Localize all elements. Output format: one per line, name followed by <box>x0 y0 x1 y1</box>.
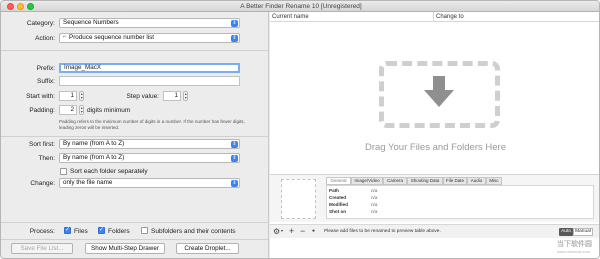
status-bar: ⚙ ▾ + − ● Please add files to be renamed… <box>270 224 599 238</box>
zoom-window-button[interactable] <box>27 3 34 10</box>
meta-key: Modified <box>329 202 348 207</box>
app-window: A Better Finder Rename 10 [Unregistered]… <box>0 0 600 259</box>
meta-value: n/a <box>371 188 378 193</box>
gear-icon[interactable]: ⚙ <box>273 227 280 236</box>
category-value: Sequence Numbers <box>63 19 119 26</box>
tab-audio[interactable]: Audio <box>467 177 486 185</box>
process-folders-checkbox[interactable]: ✓ <box>98 227 105 234</box>
start-with-stepper[interactable]: ▲ ▼ <box>79 91 84 101</box>
drop-zone[interactable] <box>379 61 500 128</box>
action-prefix-mark: ⌐ <box>63 34 67 40</box>
action-label: Action: <box>35 35 55 42</box>
title-bar: A Better Finder Rename 10 [Unregistered] <box>1 1 599 12</box>
then-popup[interactable]: By name (from A to Z) ⇕ <box>59 153 240 163</box>
process-files-label: Files <box>74 228 88 235</box>
start-with-label: Start with: <box>26 93 55 100</box>
plus-icon[interactable]: + <box>289 226 294 236</box>
meta-value: n/a <box>371 209 378 214</box>
tab-image-video[interactable]: Image/Video <box>351 177 383 185</box>
mode-manual-button[interactable]: Manual <box>573 228 593 236</box>
preview-panel: Current name Change to Drag Your Files a… <box>270 12 599 258</box>
start-with-input[interactable]: 1 <box>59 91 77 101</box>
process-subfolders-checkbox[interactable] <box>141 227 148 234</box>
close-window-button[interactable] <box>7 3 14 10</box>
mode-auto-button[interactable]: Auto <box>559 228 573 236</box>
prefix-label: Prefix: <box>36 65 55 72</box>
category-popup[interactable]: Sequence Numbers ⇕ <box>59 18 240 28</box>
sort-first-value: By name (from A to Z) <box>63 140 125 147</box>
settings-panel: Category: Sequence Numbers ⇕ Action: ⌐ P… <box>1 12 269 258</box>
minimize-window-button[interactable] <box>17 3 24 10</box>
drop-zone-text: Drag Your Files and Folders Here <box>365 142 506 153</box>
process-label: Process: <box>29 228 55 235</box>
padding-note: Padding refers to the minimum number of … <box>59 119 245 130</box>
meta-key: Path <box>329 188 339 193</box>
tab-shooting-data[interactable]: Shooting Data <box>407 177 443 185</box>
padding-label: Padding: <box>29 107 55 114</box>
info-icon[interactable]: ● <box>312 228 315 234</box>
meta-value: n/a <box>371 202 378 207</box>
chevron-updown-icon: ⇕ <box>231 180 238 187</box>
padding-stepper[interactable]: ▲ ▼ <box>79 105 84 115</box>
prefix-input[interactable]: Image_MacX <box>59 63 240 73</box>
save-file-list-button[interactable]: Save File List... <box>11 243 73 254</box>
section-divider <box>1 222 269 223</box>
process-folders-label: Folders <box>108 228 130 235</box>
watermark-url: www.downxia.com <box>557 249 590 254</box>
step-value-label: Step value: <box>126 93 159 100</box>
action-value: Produce sequence number list <box>69 34 155 41</box>
download-arrow-icon <box>424 76 454 107</box>
meta-key: Shot on <box>329 209 347 214</box>
sort-each-folder-checkbox[interactable] <box>60 168 67 175</box>
then-label: Then: <box>38 155 55 162</box>
process-files-checkbox[interactable]: ✓ <box>64 227 71 234</box>
file-thumbnail <box>281 179 316 219</box>
chevron-updown-icon: ⇕ <box>231 155 238 162</box>
chevron-down-icon[interactable]: ▾ <box>281 228 283 233</box>
section-divider <box>1 239 269 240</box>
sort-first-label: Sort first: <box>28 141 55 148</box>
section-divider <box>1 50 269 51</box>
tab-file-date[interactable]: File Date <box>443 177 467 185</box>
action-popup[interactable]: ⌐ Produce sequence number list ⇕ <box>59 33 240 43</box>
step-value-stepper[interactable]: ▲ ▼ <box>183 91 188 101</box>
step-value-input[interactable]: 1 <box>163 91 181 101</box>
watermark: 当下软件园 www.downxia.com <box>557 239 599 257</box>
padding-suffix: digits minimum <box>87 107 131 114</box>
chevron-updown-icon: ⇕ <box>231 35 238 42</box>
chevron-updown-icon: ⇕ <box>231 20 238 27</box>
meta-value: n/a <box>371 195 378 200</box>
change-label: Change: <box>30 180 55 187</box>
chevron-updown-icon: ⇕ <box>231 141 238 148</box>
window-title: A Better Finder Rename 10 [Unregistered] <box>240 3 362 10</box>
change-value: only the file name <box>63 179 113 186</box>
meta-key: Created <box>329 195 347 200</box>
category-label: Category: <box>26 20 55 27</box>
padding-input[interactable]: 2 <box>59 105 77 115</box>
status-text: Please add files to be renamed to previe… <box>324 229 441 234</box>
show-multi-step-drawer-button[interactable]: Show Multi-Step Drawer <box>85 243 165 254</box>
tab-camera[interactable]: Camera <box>383 177 407 185</box>
column-header-change-to[interactable]: Change to <box>434 12 599 22</box>
tab-general[interactable]: General <box>326 177 351 185</box>
watermark-text: 当下软件园 <box>557 241 592 248</box>
section-divider <box>1 136 269 137</box>
change-popup[interactable]: only the file name ⇕ <box>59 178 240 188</box>
suffix-label: Suffix: <box>37 78 55 85</box>
metadata-table: Path n/a Created n/a Modified n/a Shot o… <box>326 185 594 219</box>
column-header-current-name[interactable]: Current name <box>270 12 434 22</box>
minus-icon[interactable]: − <box>300 226 305 236</box>
file-info-panel: General Image/Video Camera Shooting Data… <box>270 174 599 222</box>
suffix-input[interactable] <box>59 76 240 86</box>
create-droplet-button[interactable]: Create Droplet... <box>176 243 239 254</box>
sort-each-folder-label: Sort each folder separately <box>70 168 148 175</box>
tab-misc[interactable]: Misc <box>486 177 502 185</box>
then-value: By name (from A to Z) <box>63 154 125 161</box>
process-subfolders-label: Subfolders and their contents <box>151 228 236 235</box>
sort-first-popup[interactable]: By name (from A to Z) ⇕ <box>59 139 240 149</box>
